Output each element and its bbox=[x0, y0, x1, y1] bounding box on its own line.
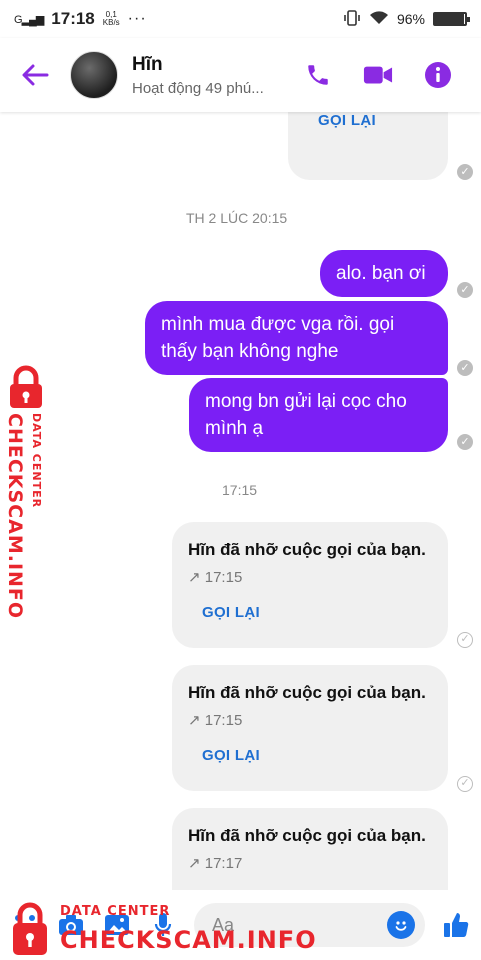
missed-call-time-value: 17:15 bbox=[204, 712, 243, 729]
back-button[interactable] bbox=[0, 63, 70, 87]
contact-info[interactable]: Hĩn Hoạt động 49 phú... bbox=[132, 54, 303, 97]
call-back-button[interactable]: GỌI LẠI bbox=[202, 747, 432, 764]
sent-message[interactable]: alo. bạn ơi bbox=[320, 250, 448, 297]
outgoing-arrow-icon: ↗ bbox=[188, 712, 205, 729]
missed-call-title: Hĩn đã nhỡ cuộc gọi của bạn. bbox=[188, 540, 426, 559]
watermark-bottom-big: CHECKSCAM.INFO bbox=[60, 926, 317, 954]
video-call-button[interactable] bbox=[363, 60, 393, 90]
voice-call-button[interactable] bbox=[303, 60, 333, 90]
contact-name: Hĩn bbox=[132, 53, 163, 75]
date-separator: TH 2 LÚC 20:15 bbox=[186, 210, 288, 226]
call-back-button[interactable]: GỌI LẠI bbox=[202, 604, 432, 621]
info-icon bbox=[425, 62, 451, 88]
watermark-side: DATA CENTER CHECKSCAM.INFO bbox=[2, 365, 54, 619]
sent-message[interactable]: mình mua được vga rồi. gọi thấy bạn khôn… bbox=[145, 301, 448, 375]
arrow-left-icon bbox=[22, 64, 49, 86]
seen-check-icon: ✓ bbox=[457, 282, 473, 298]
emoji-button[interactable] bbox=[387, 911, 415, 939]
wifi-icon bbox=[369, 10, 389, 29]
thumbs-up-icon bbox=[444, 913, 469, 937]
smiley-icon bbox=[395, 921, 407, 931]
missed-call-time-value: 17:15 bbox=[204, 569, 243, 586]
padlock-logo bbox=[13, 902, 47, 955]
message-list[interactable]: GỌI LẠI ✓ TH 2 LÚC 20:15 alo. bạn ơi ✓ m… bbox=[0, 112, 481, 890]
missed-call-bubble: Hĩn đã nhỡ cuộc gọi của bạn. ↗ 17:17 bbox=[172, 808, 448, 890]
outgoing-arrow-icon: ↗ bbox=[188, 569, 205, 586]
missed-call-time: ↗ 17:17 bbox=[188, 854, 432, 872]
conversation-info-button[interactable] bbox=[423, 60, 453, 90]
missed-call-bubble: Hĩn đã nhỡ cuộc gọi của bạn. ↗ 17:15 GỌI… bbox=[172, 522, 448, 648]
missed-call-time-value: 17:17 bbox=[204, 855, 243, 872]
network-speed-unit: KB/s bbox=[102, 18, 120, 27]
missed-call-title: Hĩn đã nhỡ cuộc gọi của bạn. bbox=[188, 826, 426, 845]
battery-percent: 96% bbox=[396, 11, 425, 27]
seen-check-icon: ✓ bbox=[457, 632, 473, 648]
like-button[interactable] bbox=[441, 910, 471, 940]
signal-icon: G▂▄▆ bbox=[14, 13, 44, 26]
network-speed: 0,1 KB/s bbox=[103, 11, 120, 27]
missed-call-time: ↗ 17:15 bbox=[188, 711, 432, 729]
more-notifications-icon: ··· bbox=[127, 10, 147, 27]
conversation-header: Hĩn Hoạt động 49 phú... bbox=[0, 38, 481, 112]
status-time: 17:18 bbox=[51, 9, 95, 28]
status-bar: G▂▄▆ 17:18 0,1 KB/s ··· 96% bbox=[0, 0, 481, 38]
call-back-button[interactable]: GỌI LẠI bbox=[318, 112, 376, 129]
missed-call-time: ↗ 17:15 bbox=[188, 568, 432, 586]
phone-icon bbox=[308, 65, 328, 85]
watermark-bottom: DATA CENTER CHECKSCAM.INFO bbox=[8, 896, 316, 960]
seen-check-icon: ✓ bbox=[457, 164, 473, 180]
seen-check-icon: ✓ bbox=[457, 434, 473, 450]
watermark-side-big: CHECKSCAM.INFO bbox=[4, 413, 26, 620]
seen-check-icon: ✓ bbox=[457, 360, 473, 376]
missed-call-bubble: GỌI LẠI bbox=[288, 112, 448, 180]
contact-avatar[interactable] bbox=[70, 51, 118, 99]
presence-status: Hoạt động 49 phú... bbox=[132, 79, 264, 97]
time-separator: 17:15 bbox=[222, 482, 258, 498]
video-camera-icon bbox=[363, 66, 393, 84]
seen-check-icon: ✓ bbox=[457, 776, 473, 792]
missed-call-title: Hĩn đã nhỡ cuộc gọi của bạn. bbox=[188, 683, 426, 702]
vibrate-icon bbox=[343, 9, 361, 29]
sent-message[interactable]: mong bn gửi lại cọc cho mình ạ bbox=[189, 378, 448, 452]
padlock-logo bbox=[10, 365, 42, 408]
watermark-side-small: DATA CENTER bbox=[30, 413, 43, 509]
watermark-bottom-small: DATA CENTER bbox=[60, 904, 171, 919]
missed-call-bubble: Hĩn đã nhỡ cuộc gọi của bạn. ↗ 17:15 GỌI… bbox=[172, 665, 448, 791]
battery-icon bbox=[433, 12, 470, 26]
outgoing-arrow-icon: ↗ bbox=[188, 855, 205, 872]
